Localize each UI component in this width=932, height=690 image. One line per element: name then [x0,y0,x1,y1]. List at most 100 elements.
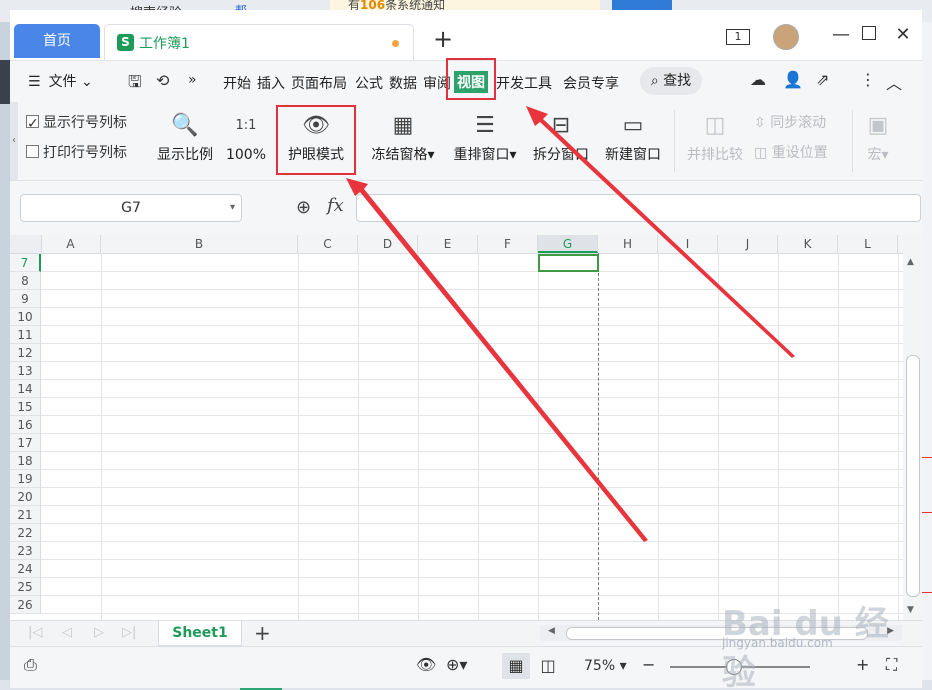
tab-start[interactable]: 开始 [223,73,251,93]
row-gridline [41,307,903,308]
reset-position-button[interactable]: ◫ 重设位置 [754,142,828,162]
col-header-i[interactable]: I [658,235,718,253]
row-header[interactable]: 16 [10,416,41,434]
more-quick-actions-icon[interactable]: » [188,72,197,88]
col-header-g[interactable]: G [538,235,598,253]
tab-developer[interactable]: 开发工具 [496,73,552,93]
tab-workbook[interactable]: S 工作簿1 [104,24,414,60]
tab-data[interactable]: 数据 [389,73,417,93]
row-header[interactable]: 26 [10,596,41,614]
background-left [0,22,10,690]
minimize-button[interactable]: — [830,24,852,46]
row-header[interactable]: 11 [10,326,41,344]
row-header[interactable]: 12 [10,344,41,362]
col-header-c[interactable]: C [298,235,358,253]
row-gridline [41,361,903,362]
formula-input[interactable] [356,194,921,222]
collapse-ribbon-icon[interactable]: ︿ [886,70,902,94]
col-header-e[interactable]: E [418,235,478,253]
share-icon[interactable]: ⇗ [816,70,829,89]
search-button[interactable]: ⌕ 查找 [640,67,702,95]
rearrange-window-button[interactable]: ☰ 重排窗口▾ [446,108,524,178]
actual-size-icon: 1:1 [235,118,257,133]
select-all-corner[interactable] [10,235,42,253]
new-window-button[interactable]: ▭ 新建窗口 [598,108,668,178]
maximize-button[interactable] [858,24,880,46]
add-user-icon[interactable]: 👤 [783,70,803,89]
row-header[interactable]: 22 [10,524,41,542]
print-row-col-checkbox[interactable]: 打印行号列标 [26,142,127,162]
cloud-icon[interactable]: ☁ [750,70,766,89]
name-box[interactable]: G7 ▾ [20,194,242,222]
col-header-h[interactable]: H [598,235,658,253]
row-header[interactable]: 20 [10,488,41,506]
layout-status-icon[interactable]: ⊕▾ [446,655,467,674]
show-row-col-checkbox[interactable]: ✓ 显示行号列标 [26,112,127,132]
insert-function-icon[interactable]: fx [327,195,344,216]
col-header-f[interactable]: F [478,235,538,253]
split-window-button[interactable]: ⊟ 拆分窗口 [528,108,594,178]
ribbon-scroll-left-icon[interactable]: ‹ [10,102,18,180]
sheet-tab-sheet1[interactable]: Sheet1 [158,621,242,646]
row-header[interactable]: 19 [10,470,41,488]
tab-member[interactable]: 会员专享 [563,73,619,93]
row-header[interactable]: 7 [10,254,41,272]
zoom-out-button[interactable]: − [642,655,655,674]
row-header[interactable]: 18 [10,452,41,470]
zoom-ratio-button[interactable]: 🔍 显示比例 [152,108,218,178]
tab-home[interactable]: 首页 [14,24,100,58]
zoom-level[interactable]: 75% ▾ [584,658,627,674]
first-sheet-icon[interactable]: |◁ [28,625,42,640]
col-header-a[interactable]: A [41,235,101,253]
spreadsheet-grid[interactable]: A B C D E F G H I J K L 7 8 9 10 11 12 13 14 15 1… [10,235,922,620]
col-header-k[interactable]: K [778,235,838,253]
vertical-scroll-thumb[interactable] [906,355,920,597]
tab-insert[interactable]: 插入 [257,73,285,93]
last-sheet-icon[interactable]: ▷| [122,625,136,640]
row-header[interactable]: 8 [10,272,41,290]
col-header-j[interactable]: J [718,235,778,253]
new-tab-button[interactable]: + [430,24,456,54]
tab-workbook-label: 工作簿1 [139,36,190,52]
add-sheet-button[interactable]: + [254,621,271,645]
col-header-b[interactable]: B [101,235,298,253]
close-button[interactable]: ✕ [892,24,914,46]
window-count-button[interactable]: 1 [724,24,752,46]
row-header[interactable]: 21 [10,506,41,524]
save-icon[interactable]: 🖫 [128,71,142,98]
row-header[interactable]: 9 [10,290,41,308]
side-by-side-button[interactable]: ◫ 并排比较 [682,108,748,178]
tab-formula[interactable]: 公式 [355,73,383,93]
vertical-scrollbar[interactable]: ▲ ▼ [903,235,922,620]
format-painter-icon[interactable]: ⟲ [156,71,169,90]
macro-record-icon[interactable]: ⎙ [24,655,37,675]
page-break-view-button[interactable]: ◫ [534,653,562,679]
row-header[interactable]: 25 [10,578,41,596]
col-header-d[interactable]: D [358,235,418,253]
row-header[interactable]: 17 [10,434,41,452]
prev-sheet-icon[interactable]: ◁ [62,625,72,640]
background-right [922,22,932,690]
freeze-panes-button[interactable]: ▦ 冻结窗格▾ [366,108,440,178]
scroll-up-icon[interactable]: ▲ [907,257,914,267]
tab-page-layout[interactable]: 页面布局 [291,73,347,93]
find-function-icon[interactable]: ⊕ [296,197,311,218]
file-menu[interactable]: ☰ 文件 ⌄ [28,71,93,91]
selected-cell[interactable] [538,254,599,272]
eye-mode-status-icon[interactable]: 👁 [416,655,436,674]
more-menu-icon[interactable]: ⋮ [860,70,876,89]
row-header[interactable]: 14 [10,380,41,398]
next-sheet-icon[interactable]: ▷ [94,625,104,640]
row-header[interactable]: 24 [10,560,41,578]
avatar[interactable] [773,24,799,50]
row-header[interactable]: 13 [10,362,41,380]
zoom-100-button[interactable]: 1:1 100% [220,108,272,178]
row-header[interactable]: 15 [10,398,41,416]
macro-button[interactable]: ▣ 宏▾ [858,108,898,178]
row-header[interactable]: 10 [10,308,41,326]
normal-view-button[interactable]: ▦ [502,653,530,679]
row-header[interactable]: 23 [10,542,41,560]
col-header-l[interactable]: L [838,235,898,253]
sync-scroll-button[interactable]: ⇳ 同步滚动 [754,112,826,132]
scroll-left-icon[interactable]: ◀ [548,626,555,636]
